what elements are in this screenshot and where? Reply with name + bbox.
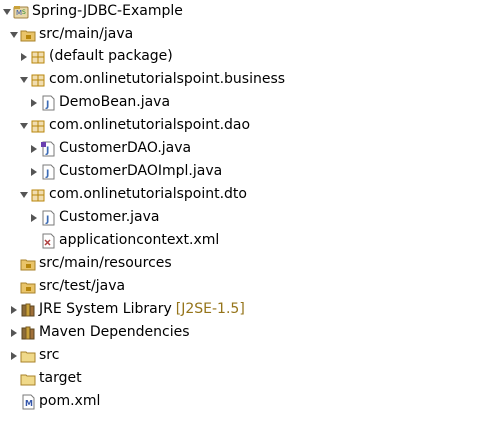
tree-item-project[interactable]: M S Spring-JDBC-Example: [2, 0, 183, 23]
chevron-right-icon[interactable]: [29, 144, 39, 154]
svg-text:J: J: [45, 100, 49, 110]
svg-text:J: J: [45, 169, 49, 179]
source-folder-icon: [20, 27, 36, 43]
tree-item-folder-src[interactable]: src: [9, 344, 59, 367]
java-file-icon: J: [40, 164, 56, 180]
src-main-java-label: src/main/java: [39, 26, 134, 42]
tree-item-customerdao[interactable]: J CustomerDAO.java: [29, 137, 191, 160]
tree-item-jre-library[interactable]: JRE System Library [J2SE-1.5]: [9, 298, 245, 321]
tree-item-package-dao[interactable]: com.onlinetutorialspoint.dao: [19, 114, 250, 137]
library-icon: [20, 302, 36, 318]
tree-item-pom[interactable]: M pom.xml: [9, 390, 100, 413]
tree-item-demobean[interactable]: J DemoBean.java: [29, 91, 170, 114]
tree-item-customerdaoimpl[interactable]: J CustomerDAOImpl.java: [29, 160, 222, 183]
tree-item-customer[interactable]: J Customer.java: [29, 206, 160, 229]
folder-icon: [20, 371, 36, 387]
svg-text:J: J: [45, 146, 49, 156]
folder-icon: [20, 348, 36, 364]
chevron-down-icon[interactable]: [19, 190, 29, 200]
tree-item-src-main-java[interactable]: src/main/java: [9, 23, 133, 46]
svg-text:S: S: [22, 9, 26, 16]
project-name: Spring-JDBC-Example: [32, 3, 183, 19]
chevron-right-icon[interactable]: [9, 328, 19, 338]
chevron-right-icon[interactable]: [9, 351, 19, 361]
chevron-down-icon[interactable]: [19, 121, 29, 131]
tree-item-maven-dependencies[interactable]: Maven Dependencies: [9, 321, 190, 344]
package-icon: [30, 118, 46, 134]
package-dto-label: com.onlinetutorialspoint.dto: [49, 186, 247, 202]
tree-item-src-test-java[interactable]: src/test/java: [9, 275, 125, 298]
chevron-down-icon[interactable]: [9, 30, 19, 40]
jre-version-decoration: [J2SE-1.5]: [175, 301, 245, 317]
xml-file-icon: [40, 233, 56, 249]
maven-project-icon: M S: [13, 4, 29, 20]
folder-src-label: src: [39, 347, 60, 363]
project-explorer-tree: M S Spring-JDBC-Example src/main/java (d…: [0, 0, 485, 425]
chevron-down-icon[interactable]: [2, 7, 12, 17]
customerdaoimpl-label: CustomerDAOImpl.java: [59, 163, 223, 179]
library-icon: [20, 325, 36, 341]
tree-item-src-main-resources[interactable]: src/main/resources: [9, 252, 172, 275]
package-icon: [30, 49, 46, 65]
tree-item-package-dto[interactable]: com.onlinetutorialspoint.dto: [19, 183, 247, 206]
chevron-right-icon[interactable]: [29, 98, 39, 108]
chevron-right-icon[interactable]: [29, 167, 39, 177]
src-test-java-label: src/test/java: [39, 278, 126, 294]
package-business-label: com.onlinetutorialspoint.business: [49, 71, 286, 87]
tree-item-folder-target[interactable]: target: [9, 367, 82, 390]
customer-label: Customer.java: [59, 209, 160, 225]
src-main-resources-label: src/main/resources: [39, 255, 172, 271]
package-icon: [30, 187, 46, 203]
pom-label: pom.xml: [39, 393, 101, 409]
source-folder-icon: [20, 256, 36, 272]
chevron-right-icon[interactable]: [29, 213, 39, 223]
maven-pom-icon: M: [20, 394, 36, 410]
svg-text:J: J: [45, 215, 49, 225]
svg-text:M: M: [25, 399, 33, 408]
java-file-icon: J: [40, 210, 56, 226]
tree-item-applicationcontext[interactable]: applicationcontext.xml: [29, 229, 219, 252]
chevron-down-icon[interactable]: [19, 75, 29, 85]
package-dao-label: com.onlinetutorialspoint.dao: [49, 117, 251, 133]
folder-target-label: target: [39, 370, 82, 386]
package-icon: [30, 72, 46, 88]
chevron-right-icon[interactable]: [19, 52, 29, 62]
tree-item-package-business[interactable]: com.onlinetutorialspoint.business: [19, 68, 285, 91]
applicationcontext-label: applicationcontext.xml: [59, 232, 220, 248]
jre-library-label: JRE System Library: [39, 301, 172, 317]
source-folder-icon: [20, 279, 36, 295]
customerdao-label: CustomerDAO.java: [59, 140, 192, 156]
default-package-label: (default package): [49, 48, 173, 64]
maven-dependencies-label: Maven Dependencies: [39, 324, 190, 340]
demobean-label: DemoBean.java: [59, 94, 171, 110]
tree-item-default-package[interactable]: (default package): [19, 45, 173, 68]
java-file-icon: J: [40, 95, 56, 111]
chevron-right-icon[interactable]: [9, 305, 19, 315]
java-interface-file-icon: J: [40, 141, 56, 157]
